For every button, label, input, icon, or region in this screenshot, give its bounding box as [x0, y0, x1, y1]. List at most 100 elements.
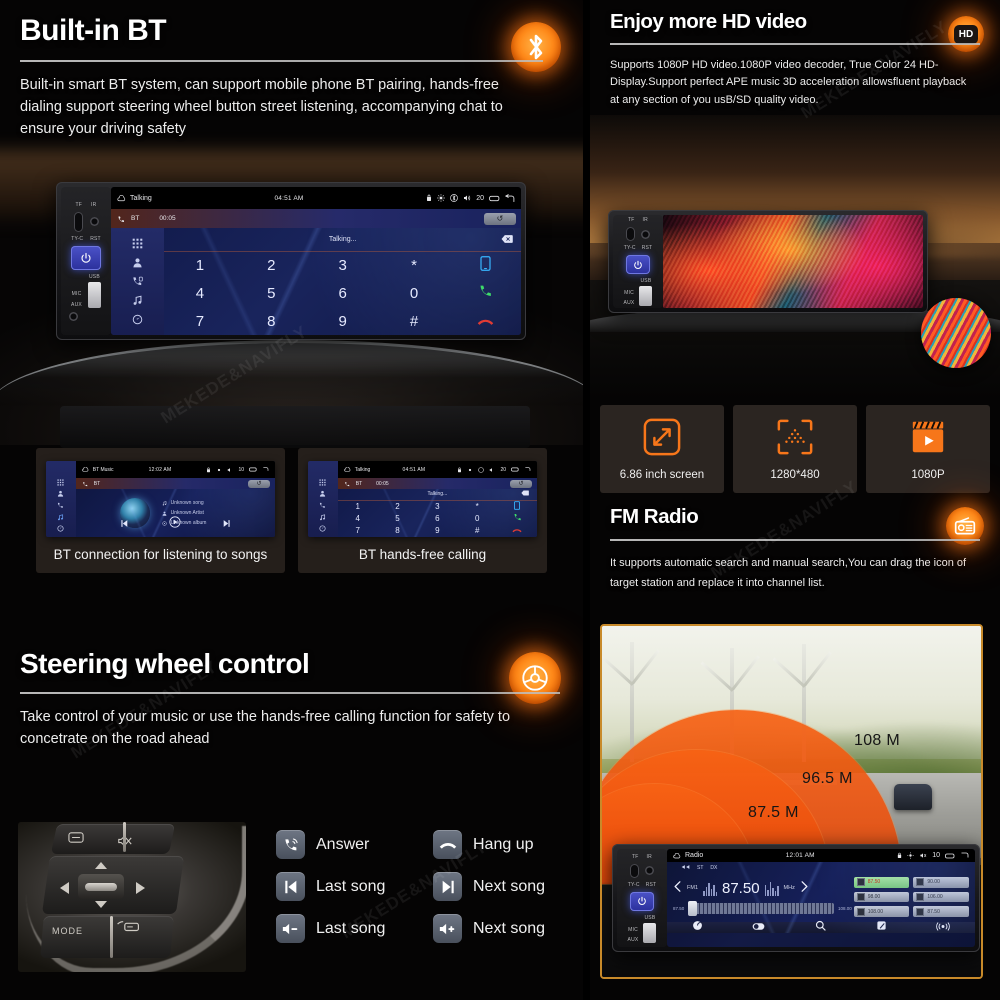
save-station-icon[interactable] — [876, 918, 887, 936]
left-arrow-icon[interactable] — [60, 882, 69, 894]
dial-key[interactable]: 9 — [435, 526, 439, 535]
usb-port[interactable] — [639, 286, 653, 306]
call-hangup-icon[interactable] — [512, 526, 522, 535]
aux-jack[interactable] — [69, 311, 78, 321]
dial-key[interactable]: 3 — [338, 257, 346, 274]
up-arrow-icon[interactable] — [95, 862, 107, 869]
music-icon[interactable] — [132, 295, 143, 306]
dial-key[interactable]: 8 — [395, 526, 399, 535]
dial-key[interactable]: 7 — [196, 313, 204, 330]
previous-track-icon[interactable] — [276, 872, 305, 901]
right-arrow-icon[interactable] — [136, 882, 145, 894]
answer-call-icon[interactable] — [276, 830, 305, 859]
main-screen[interactable]: Talking 04:51 AM 20 BT 00:05 ↺ Talking..… — [111, 187, 521, 335]
dial-key[interactable]: 5 — [395, 514, 399, 523]
play-button-icon[interactable] — [169, 515, 181, 533]
dial-key[interactable]: # — [475, 526, 479, 535]
screen-back-button[interactable]: ↺ — [484, 212, 516, 225]
dial-key[interactable]: 7 — [355, 526, 359, 535]
radio-screen[interactable]: Radio 12:01 AM 10 ST DX FM1 87.50 MHz 87… — [667, 849, 975, 947]
music-icon[interactable] — [57, 514, 64, 521]
preset-button[interactable]: 98.00 — [853, 891, 910, 903]
tune-down-icon[interactable] — [673, 879, 682, 897]
apps-icon[interactable] — [319, 479, 326, 486]
seek-icon[interactable] — [681, 864, 690, 872]
frequency-slider[interactable]: 87.50 108.00 — [673, 901, 852, 917]
contacts-icon[interactable] — [319, 490, 326, 497]
tf-card-slot[interactable] — [626, 227, 635, 241]
power-button[interactable] — [71, 245, 101, 270]
transfer-to-phone-icon[interactable] — [480, 256, 491, 275]
dial-key[interactable]: 2 — [395, 502, 399, 511]
call-log-icon[interactable] — [57, 502, 64, 509]
dial-key[interactable]: 0 — [475, 514, 479, 523]
tf-card-slot[interactable] — [630, 863, 639, 878]
list-item[interactable]: Next song — [433, 872, 576, 901]
down-arrow-icon[interactable] — [95, 901, 107, 908]
dial-key[interactable]: 6 — [435, 514, 439, 523]
phone-button-icon[interactable] — [116, 920, 140, 938]
dial-key[interactable]: 1 — [196, 257, 204, 274]
next-track-icon[interactable] — [433, 872, 462, 901]
volume-down-icon[interactable] — [276, 914, 305, 943]
dial-key[interactable]: 9 — [338, 313, 346, 330]
slider-knob[interactable] — [688, 901, 698, 917]
screen-back-button[interactable]: ↺ — [510, 479, 532, 488]
call-answer-icon[interactable] — [478, 284, 493, 303]
list-item[interactable]: Next song — [433, 914, 576, 943]
screen-back-button[interactable]: ↺ — [248, 479, 270, 488]
list-item[interactable]: Last song — [276, 914, 419, 943]
hd-video-demo-screen[interactable] — [663, 215, 923, 308]
dial-key[interactable]: 0 — [410, 285, 418, 302]
power-button[interactable] — [626, 255, 650, 274]
dial-key[interactable]: # — [410, 313, 418, 330]
handsfree-screen[interactable]: Talking 04:51 AM 20 BT 00:05 ↺ Talking..… — [308, 461, 537, 537]
previous-track-icon[interactable] — [120, 515, 129, 533]
preset-button[interactable]: 108.00 — [853, 906, 910, 917]
contacts-icon[interactable] — [132, 257, 143, 268]
music-icon[interactable] — [319, 514, 326, 521]
dial-key[interactable]: 3 — [435, 502, 439, 511]
tf-card-slot[interactable] — [73, 211, 83, 232]
bt-music-screen[interactable]: BT Music 12:02 AM 10 BT ↺ Unknown song U… — [46, 461, 275, 537]
volume-rocker-button[interactable] — [78, 874, 124, 899]
power-button[interactable] — [630, 891, 654, 911]
settings-icon[interactable] — [57, 525, 64, 532]
dial-key[interactable]: 4 — [355, 514, 359, 523]
transfer-to-phone-icon[interactable] — [514, 501, 521, 512]
call-answer-icon[interactable] — [513, 513, 522, 524]
slider-track[interactable] — [688, 901, 834, 917]
call-log-icon[interactable] — [132, 276, 143, 287]
dial-key[interactable]: 2 — [267, 257, 275, 274]
call-log-icon[interactable] — [319, 502, 326, 509]
volume-up-icon[interactable] — [433, 914, 462, 943]
dial-key[interactable]: * — [476, 502, 479, 511]
list-item[interactable]: Answer — [276, 830, 419, 859]
usb-port[interactable] — [87, 281, 101, 308]
preset-button[interactable]: 87.50 — [853, 877, 910, 888]
dial-key[interactable]: 4 — [196, 285, 204, 302]
dial-keypad[interactable]: 1 2 3 * 4 5 6 0 7 8 9 # — [338, 501, 537, 537]
preset-button[interactable]: 90.00 — [913, 877, 969, 888]
settings-icon[interactable] — [319, 525, 326, 532]
preset-button[interactable]: 87.50 — [913, 906, 969, 917]
contacts-icon[interactable] — [57, 490, 64, 497]
list-item[interactable]: Hang up — [433, 830, 576, 859]
dial-keypad[interactable]: 1 2 3 * 4 5 6 0 7 8 9 # — [164, 252, 521, 335]
dial-key[interactable]: 6 — [338, 285, 346, 302]
dial-key[interactable]: 1 — [355, 502, 359, 511]
call-hangup-icon[interactable] — [477, 313, 494, 330]
next-track-icon[interactable] — [222, 515, 231, 533]
usb-port[interactable] — [643, 922, 657, 943]
backspace-icon[interactable] — [521, 490, 529, 498]
apps-icon[interactable] — [57, 479, 64, 486]
tune-up-icon[interactable] — [800, 879, 809, 897]
broadcast-icon[interactable] — [936, 918, 950, 936]
backspace-icon[interactable] — [501, 234, 513, 245]
apps-icon[interactable] — [132, 238, 143, 249]
dial-key[interactable]: * — [411, 257, 417, 274]
list-item[interactable]: Last song — [276, 872, 419, 901]
dial-key[interactable]: 8 — [267, 313, 275, 330]
source-icon[interactable] — [68, 830, 84, 848]
settings-icon[interactable] — [132, 314, 143, 325]
